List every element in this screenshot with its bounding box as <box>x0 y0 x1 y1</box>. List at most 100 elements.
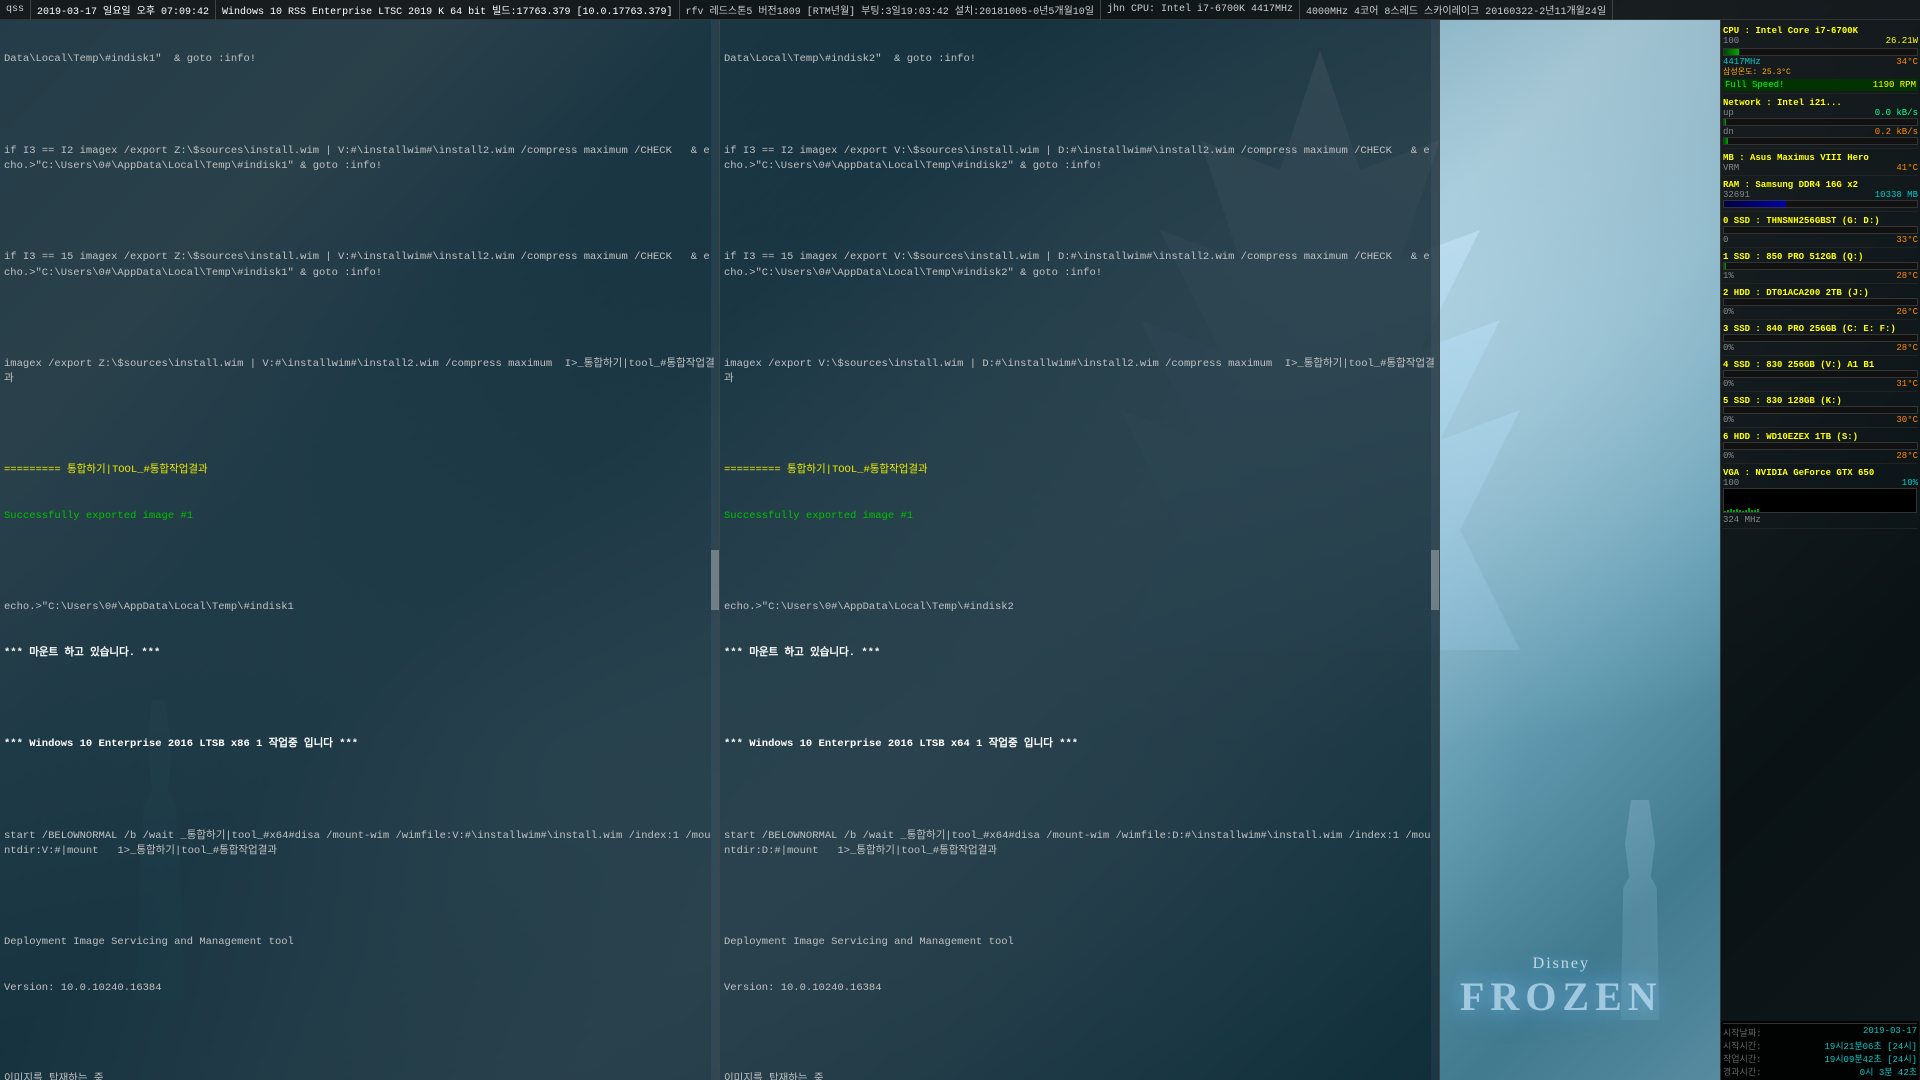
terminal-line <box>724 418 1435 433</box>
network-dn-fill <box>1724 138 1728 144</box>
drive-ssd5-label: 5 SSD : 830 128GB (K:) <box>1723 396 1918 406</box>
network-dn-val: 0.2 kB/s <box>1875 127 1918 137</box>
terminal-line: *** Windows 10 Enterprise 2016 LTSB x86 … <box>4 737 715 752</box>
network-header: Network : Intel i21... <box>1723 98 1918 108</box>
terminal-line: if I3 == I2 imagex /export V:\$sources\i… <box>724 144 1435 174</box>
terminal-line: *** Windows 10 Enterprise 2016 LTSB x64 … <box>724 737 1435 752</box>
terminal-line: if I3 == 15 imagex /export V:\$sources\i… <box>724 250 1435 280</box>
gpu-usage-label: 100 <box>1723 478 1739 488</box>
terminal-line: echo.>"C:\Users\0#\AppData\Local\Temp\#i… <box>4 600 715 615</box>
taskbar-jhn[interactable]: jhn CPU: Intel i7-6700K 4417MHz <box>1101 0 1300 20</box>
terminal-left[interactable]: Data\Local\Temp\#indisk1" & goto :info! … <box>0 20 720 1080</box>
mb-section: MB : Asus Maximus VIII Hero VRM 41°C <box>1723 151 1918 176</box>
terminal-right-content: Data\Local\Temp\#indisk2" & goto :info! … <box>720 20 1439 1080</box>
terminal-line: 이미지를 탑재하는 중 <box>4 1072 715 1080</box>
drive-ssd1-bar <box>1723 262 1918 270</box>
ram-header: RAM : Samsung DDR4 16G x2 <box>1723 180 1918 190</box>
drive-hdd6-temp: 28°C <box>1896 451 1918 461</box>
drive-ssd3-section: 3 SSD : 840 PRO 256GB (C: E: F:) 0% 28°C <box>1723 322 1918 356</box>
drive-hdd6-section: 6 HDD : WD10EZEX 1TB (S:) 0% 28°C <box>1723 430 1918 464</box>
terminal-line: *** 마운트 하고 있습니다. *** <box>724 646 1435 661</box>
drive-ssd1-section: 1 SSD : 850 PRO 512GB (Q:) 1% 28°C <box>1723 250 1918 284</box>
network-dn-label: dn <box>1723 127 1734 137</box>
terminal-line: Deployment Image Servicing and Managemen… <box>724 935 1435 950</box>
terminal-line <box>4 1026 715 1041</box>
taskbar: qss 2019-03-17 일요일 오후 07:09:42 Windows 1… <box>0 0 1920 20</box>
taskbar-mem-info[interactable]: 4000MHz 4코어 8스레드 스카이레이크 20160322-2년11개월2… <box>1300 0 1613 20</box>
drive-hdd6-pct: 0% <box>1723 451 1734 461</box>
terminal-line <box>724 311 1435 326</box>
cpu-watt: 26.21W <box>1886 36 1918 48</box>
network-up-val: 0.0 kB/s <box>1875 108 1918 118</box>
taskbar-item-qs[interactable]: qss <box>0 0 31 20</box>
network-section: Network : Intel i21... up 0.0 kB/s dn 0.… <box>1723 96 1918 149</box>
gpu-section: VGA : NVIDIA GeForce GTX 650 100 10% <box>1723 466 1918 529</box>
drive-hdd2-section: 2 HDD : DT01ACA200 2TB (J:) 0% 26°C <box>1723 286 1918 320</box>
network-up-label: up <box>1723 108 1734 118</box>
terminal-line: echo.>"C:\Users\0#\AppData\Local\Temp\#i… <box>724 600 1435 615</box>
drive-ssd1-label: 1 SSD : 850 PRO 512GB (Q:) <box>1723 252 1918 262</box>
terminal-line <box>724 205 1435 220</box>
terminal-left-scrollbar[interactable] <box>711 20 719 1080</box>
ram-used-val: 10338 MB <box>1875 190 1918 200</box>
middle-background-area: Disney FROZEN <box>1440 20 1720 1080</box>
terminal-line: Version: 10.0.10240.16384 <box>4 981 715 996</box>
drive-ssd5-bar <box>1723 406 1918 414</box>
drive-ssd0-section: 0 SSD : THNSNH256GBST (G: D:) 0 33°C <box>1723 214 1918 248</box>
terminal-line <box>4 555 715 570</box>
terminal-line: imagex /export V:\$sources\install.wim |… <box>724 357 1435 387</box>
cpu-speed-label: Full Speed! <box>1725 80 1784 90</box>
elapsed-val: 0시 3분 42초 <box>1860 1065 1917 1078</box>
drive-hdd2-pct: 0% <box>1723 307 1734 317</box>
terminal-line: Version: 10.0.10240.16384 <box>724 981 1435 996</box>
terminal-line <box>4 783 715 798</box>
drive-ssd1-fill <box>1724 263 1726 269</box>
drive-ssd0-temp: 33°C <box>1896 235 1918 245</box>
drive-ssd1-temp: 28°C <box>1896 271 1918 281</box>
network-up-bar <box>1723 118 1918 126</box>
terminal-right[interactable]: Data\Local\Temp\#indisk2" & goto :info! … <box>720 20 1440 1080</box>
terminal-line <box>4 889 715 904</box>
main-content: Data\Local\Temp\#indisk1" & goto :info! … <box>0 20 1920 1080</box>
drive-ssd5-temp: 30°C <box>1896 415 1918 425</box>
terminal-line <box>724 692 1435 707</box>
terminal-line <box>4 98 715 113</box>
cpu-freq: 100 <box>1723 36 1739 48</box>
terminal-line <box>4 418 715 433</box>
drive-ssd4-section: 4 SSD : 830 256GB (V:) A1 B1 0% 31°C <box>1723 358 1918 392</box>
ram-fill <box>1724 201 1786 207</box>
terminal-line: *** 마운트 하고 있습니다. *** <box>4 646 715 661</box>
disney-brand: Disney <box>1460 955 1663 973</box>
terminal-line: ========= 통합하기|TOOL_#통합작업결과 <box>4 463 715 478</box>
drive-ssd5-pct: 0% <box>1723 415 1734 425</box>
terminal-line: ========= 통합하기|TOOL_#통합작업결과 <box>724 463 1435 478</box>
terminal-line <box>724 783 1435 798</box>
drive-ssd0-bar <box>1723 226 1918 234</box>
cpu-usage-bar <box>1723 48 1918 56</box>
mb-vrm-label: VRM <box>1723 163 1739 173</box>
terminal-right-scrollbar-thumb[interactable] <box>1431 550 1439 610</box>
terminal-right-scrollbar[interactable] <box>1431 20 1439 1080</box>
taskbar-rfv[interactable]: rfv 레드스톤5 버전1809 [RTM년월] 부팅:3일19:03:42 설… <box>680 0 1101 20</box>
terminal-left-scrollbar-thumb[interactable] <box>711 550 719 610</box>
gpu-graph <box>1723 488 1917 513</box>
terminal-line: Data\Local\Temp\#indisk2" & goto :info! <box>724 52 1435 67</box>
taskbar-windows-info[interactable]: Windows 10 RSS Enterprise LTSC 2019 K 64… <box>216 0 679 20</box>
start-val: 19시21분06초 [24시] <box>1824 1039 1917 1052</box>
terminal-left-content: Data\Local\Temp\#indisk1" & goto :info! … <box>0 20 719 1080</box>
drive-hdd6-bar <box>1723 442 1918 450</box>
terminal-line: 이미지를 탑재하는 중 <box>724 1072 1435 1080</box>
network-dn-bar <box>1723 137 1918 145</box>
terminal-line: Deployment Image Servicing and Managemen… <box>4 935 715 950</box>
time-info-section: 시작날짜: 2019-03-17 시작시간: 19시21분06초 [24시] 작… <box>1721 1021 1919 1080</box>
cpu-header: CPU : Intel Core i7-6700K <box>1723 26 1918 36</box>
terminal-line <box>4 205 715 220</box>
cpu-temp-val: 34°C <box>1896 57 1918 69</box>
terminal-line: Successfully exported image #1 <box>724 509 1435 524</box>
terminal-line <box>724 1026 1435 1041</box>
drive-hdd6-label: 6 HDD : WD10EZEX 1TB (S:) <box>1723 432 1918 442</box>
terminal-line: start /BELOWNORMAL /b /wait _통합하기|tool_#… <box>724 829 1435 859</box>
drive-hdd2-bar <box>1723 298 1918 306</box>
date-val: 2019-03-17 <box>1863 1026 1917 1039</box>
system-monitor-sidebar: CPU : Intel Core i7-6700K 100 26.21W 441… <box>1720 20 1920 1080</box>
